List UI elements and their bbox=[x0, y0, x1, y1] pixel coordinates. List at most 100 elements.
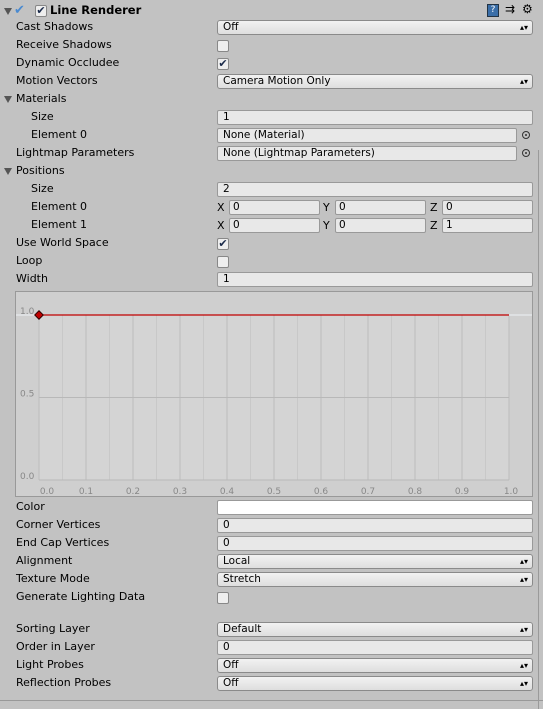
y-tick-label: 0.5 bbox=[20, 390, 34, 400]
position-element1-label: Element 1 bbox=[31, 218, 88, 231]
order-in-layer-label: Order in Layer bbox=[16, 640, 95, 653]
materials-label[interactable]: Materials bbox=[16, 90, 66, 108]
axis-label: Z bbox=[430, 201, 438, 214]
receive-shadows-label: Receive Shadows bbox=[16, 38, 112, 51]
width-input[interactable]: 1 bbox=[217, 272, 533, 287]
dropdown-arrow-icon: ▴▾ bbox=[519, 557, 528, 566]
dropdown-value: Off bbox=[223, 659, 239, 671]
dropdown-arrow-icon: ▴▾ bbox=[519, 77, 528, 86]
x-tick-label: 0.6 bbox=[314, 487, 329, 496]
light-probes-label: Light Probes bbox=[16, 658, 84, 671]
motion-vectors-label: Motion Vectors bbox=[16, 74, 98, 87]
x-tick-label: 0.1 bbox=[79, 487, 93, 496]
x-input[interactable]: 0 bbox=[229, 218, 320, 233]
z-input[interactable]: 1 bbox=[442, 218, 533, 233]
position-element0-label: Element 0 bbox=[31, 200, 88, 213]
curve-chart[interactable]: 0.0 0.1 0.2 0.3 0.4 0.5 0.6 0.7 0.8 0.9 1.0 0.0 0.5 1… bbox=[16, 292, 532, 497]
use-world-space-checkbox[interactable]: ✔ bbox=[217, 238, 229, 250]
preset-icon[interactable]: ⇉ bbox=[505, 2, 515, 16]
cast-shadows-label: Cast Shadows bbox=[16, 20, 94, 33]
sorting-layer-dropdown[interactable]: Default ▴▾ bbox=[217, 622, 533, 637]
loop-label: Loop bbox=[16, 254, 43, 267]
end-cap-vertices-label: End Cap Vertices bbox=[16, 536, 110, 549]
materials-size-input[interactable]: 1 bbox=[217, 110, 533, 125]
component-enabled-checkbox[interactable]: ✔ bbox=[35, 5, 47, 17]
y-tick-label: 1.0 bbox=[20, 307, 35, 317]
corner-vertices-label: Corner Vertices bbox=[16, 518, 101, 531]
width-label: Width bbox=[16, 272, 48, 285]
motion-vectors-dropdown[interactable]: Camera Motion Only ▴▾ bbox=[217, 74, 533, 89]
generate-lighting-label: Generate Lighting Data bbox=[16, 590, 146, 603]
color-label: Color bbox=[16, 500, 45, 513]
divider bbox=[0, 700, 543, 701]
axis-label: Y bbox=[323, 201, 330, 214]
x-tick-label: 0.8 bbox=[408, 487, 423, 496]
dropdown-arrow-icon: ▴▾ bbox=[519, 575, 528, 584]
dropdown-arrow-icon: ▴▾ bbox=[519, 679, 528, 688]
cast-shadows-dropdown[interactable]: Off ▴▾ bbox=[217, 20, 533, 35]
x-tick-label: 0.5 bbox=[267, 487, 281, 496]
light-probes-dropdown[interactable]: Off ▴▾ bbox=[217, 658, 533, 673]
positions-size-input[interactable]: 2 bbox=[217, 182, 533, 197]
x-tick-label: 0.0 bbox=[40, 487, 55, 496]
alignment-dropdown[interactable]: Local ▴▾ bbox=[217, 554, 533, 569]
axis-label: Z bbox=[430, 219, 438, 232]
dropdown-value: Default bbox=[223, 623, 262, 635]
z-input[interactable]: 0 bbox=[442, 200, 533, 215]
reflection-probes-dropdown[interactable]: Off ▴▾ bbox=[217, 676, 533, 691]
x-tick-label: 0.9 bbox=[455, 487, 470, 496]
positions-size-label: Size bbox=[31, 182, 54, 195]
foldout-arrow-icon[interactable] bbox=[4, 8, 12, 15]
use-world-space-label: Use World Space bbox=[16, 236, 109, 249]
dropdown-value: Stretch bbox=[223, 573, 261, 585]
generate-lighting-checkbox[interactable] bbox=[217, 592, 229, 604]
x-tick-label: 1.0 bbox=[504, 487, 519, 496]
x-tick-label: 0.7 bbox=[361, 487, 375, 496]
axis-label: X bbox=[217, 219, 225, 232]
component-title: Line Renderer bbox=[50, 3, 142, 17]
axis-label: Y bbox=[323, 219, 330, 232]
texture-mode-label: Texture Mode bbox=[16, 572, 90, 585]
line-renderer-icon: ✔ bbox=[14, 3, 25, 18]
help-icon[interactable]: ? bbox=[487, 4, 499, 17]
dropdown-value: Off bbox=[223, 677, 239, 689]
order-in-layer-input[interactable]: 0 bbox=[217, 640, 533, 655]
y-tick-label: 0.0 bbox=[20, 472, 35, 482]
color-swatch[interactable] bbox=[217, 500, 533, 515]
dropdown-arrow-icon: ▴▾ bbox=[519, 23, 528, 32]
positions-foldout-icon[interactable] bbox=[4, 168, 12, 175]
dropdown-arrow-icon: ▴▾ bbox=[519, 625, 528, 634]
materials-size-label: Size bbox=[31, 110, 54, 123]
sorting-layer-label: Sorting Layer bbox=[16, 622, 90, 635]
materials-foldout-icon[interactable] bbox=[4, 96, 12, 103]
alignment-label: Alignment bbox=[16, 554, 73, 567]
object-picker-icon[interactable] bbox=[522, 131, 530, 139]
width-curve-editor[interactable]: 0.0 0.1 0.2 0.3 0.4 0.5 0.6 0.7 0.8 0.9 1.0 0.0 0.5 1… bbox=[15, 291, 533, 497]
object-picker-icon[interactable] bbox=[522, 149, 530, 157]
dynamic-occludee-label: Dynamic Occludee bbox=[16, 56, 120, 69]
materials-element0-label: Element 0 bbox=[31, 128, 88, 141]
y-input[interactable]: 0 bbox=[335, 218, 426, 233]
gear-icon[interactable]: ⚙ bbox=[522, 2, 533, 16]
dynamic-occludee-checkbox[interactable]: ✔ bbox=[217, 58, 229, 70]
dropdown-value: Local bbox=[223, 555, 251, 567]
y-input[interactable]: 0 bbox=[335, 200, 426, 215]
loop-checkbox[interactable] bbox=[217, 256, 229, 268]
positions-label[interactable]: Positions bbox=[16, 162, 65, 180]
x-input[interactable]: 0 bbox=[229, 200, 320, 215]
end-cap-vertices-input[interactable]: 0 bbox=[217, 536, 533, 551]
lightmap-parameters-field[interactable]: None (Lightmap Parameters) bbox=[217, 146, 517, 161]
texture-mode-dropdown[interactable]: Stretch ▴▾ bbox=[217, 572, 533, 587]
dropdown-value: Off bbox=[223, 21, 239, 33]
axis-label: X bbox=[217, 201, 225, 214]
x-tick-label: 0.4 bbox=[220, 487, 235, 496]
receive-shadows-checkbox[interactable] bbox=[217, 40, 229, 52]
dropdown-value: Camera Motion Only bbox=[223, 75, 331, 87]
corner-vertices-input[interactable]: 0 bbox=[217, 518, 533, 533]
material-object-field[interactable]: None (Material) bbox=[217, 128, 517, 143]
scrollbar-edge bbox=[538, 150, 539, 709]
dropdown-arrow-icon: ▴▾ bbox=[519, 661, 528, 670]
reflection-probes-label: Reflection Probes bbox=[16, 676, 112, 689]
lightmap-parameters-label: Lightmap Parameters bbox=[16, 146, 135, 159]
x-tick-label: 0.3 bbox=[173, 487, 187, 496]
